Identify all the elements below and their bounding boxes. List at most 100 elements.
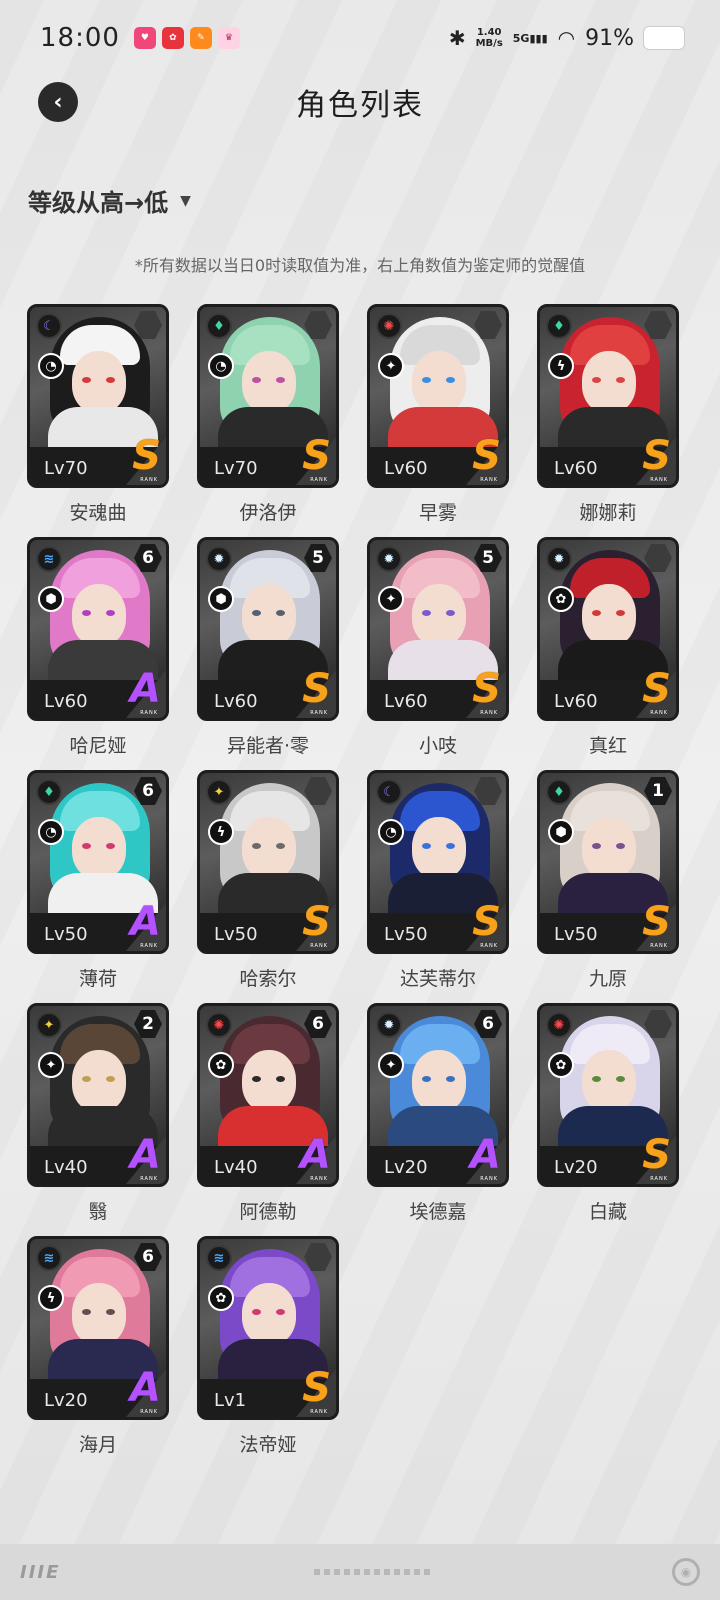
class-icon: ✦ (38, 1052, 64, 1078)
orange-app-icon: ✎ (189, 27, 212, 49)
character-card-frame: ✺ ✿ 6 Lv40 A RANK (197, 1003, 339, 1187)
rank-badge: A (130, 666, 161, 712)
level-text: Lv60 (554, 458, 598, 479)
rank-word: RANK (310, 477, 328, 483)
rank-word: RANK (480, 710, 498, 716)
element-icon: ≋ (36, 1245, 62, 1271)
element-icon: ✹ (376, 546, 402, 572)
element-icon: ♦ (546, 779, 572, 805)
level-text: Lv20 (384, 1157, 428, 1178)
rank-word: RANK (480, 1176, 498, 1182)
status-bar: 18:00 ♥ ✿ ✎ ♛ ✱ 1.40 MB/s 5G▮▮▮ ◠ 91% (0, 0, 720, 76)
rank-word: RANK (310, 1409, 328, 1415)
level-text: Lv70 (214, 458, 258, 479)
element-icon: ♦ (36, 779, 62, 805)
level-text: Lv60 (554, 691, 598, 712)
character-card[interactable]: ☾ ◔ Lv50 S RANK 达芙蒂尔 (367, 770, 509, 990)
level-text: Lv60 (214, 691, 258, 712)
character-card-frame: ✹ ✿ Lv60 S RANK (537, 537, 679, 721)
character-card-frame: ♦ ◔ Lv70 S RANK (197, 304, 339, 488)
character-card[interactable]: ≋ ⬢ 6 Lv60 A RANK 哈尼娅 (27, 537, 169, 757)
class-icon: ◔ (378, 819, 404, 845)
element-icon: ✦ (36, 1012, 62, 1038)
character-name: 翳 (88, 1201, 108, 1223)
character-card[interactable]: ✦ ✦ 2 Lv40 A RANK 翳 (27, 1003, 169, 1223)
rank-word: RANK (310, 943, 328, 949)
footer-logo: IIIE (20, 1561, 61, 1583)
rank-badge: A (130, 1132, 161, 1178)
character-card[interactable]: ✹ ✦ 6 Lv20 A RANK 埃德嘉 (367, 1003, 509, 1223)
rank-badge: S (302, 899, 331, 945)
character-card[interactable]: ☾ ◔ Lv70 S RANK 安魂曲 (27, 304, 169, 524)
level-text: Lv20 (554, 1157, 598, 1178)
rank-badge: S (642, 666, 671, 712)
element-icon: ✹ (206, 546, 232, 572)
element-icon: ☾ (36, 313, 62, 339)
rank-word: RANK (480, 477, 498, 483)
character-card-frame: ✹ ✦ 5 Lv60 S RANK (367, 537, 509, 721)
class-icon: ◔ (38, 353, 64, 379)
status-time: 18:00 (40, 23, 120, 53)
character-name: 薄荷 (78, 968, 117, 990)
character-card-frame: ☾ ◔ Lv70 S RANK (27, 304, 169, 488)
character-card[interactable]: ✺ ✦ Lv60 S RANK 早雾 (367, 304, 509, 524)
level-text: Lv40 (214, 1157, 258, 1178)
element-icon: ✹ (376, 1012, 402, 1038)
rank-word: RANK (310, 710, 328, 716)
level-text: Lv50 (44, 924, 88, 945)
character-name: 哈索尔 (239, 968, 297, 990)
character-card[interactable]: ✹ ✿ Lv60 S RANK 真红 (537, 537, 679, 757)
footer-bar: IIIE ◉ (0, 1544, 720, 1600)
character-name: 达芙蒂尔 (399, 968, 476, 990)
level-text: Lv50 (384, 924, 428, 945)
character-card[interactable]: ✹ ✦ 5 Lv60 S RANK 小吱 (367, 537, 509, 757)
wifi-icon: ◠ (557, 26, 576, 50)
sort-dropdown[interactable]: 等级从高→低 ▼ (28, 183, 191, 218)
character-name: 阿德勒 (239, 1201, 297, 1223)
rank-word: RANK (480, 943, 498, 949)
data-note: *所有数据以当日0时读取值为准，右上角数值为鉴定师的觉醒值 (134, 256, 586, 275)
status-right-group: ✱ 1.40 MB/s 5G▮▮▮ ◠ 91% (449, 26, 684, 51)
crown-app-icon: ♛ (217, 27, 240, 49)
level-text: Lv50 (214, 924, 258, 945)
rank-badge: A (130, 899, 161, 945)
level-text: Lv1 (214, 1390, 247, 1411)
class-icon: ✿ (208, 1052, 234, 1078)
class-icon: ✦ (378, 1052, 404, 1078)
element-icon: ≋ (36, 546, 62, 572)
net-speed-value: 1.40 (476, 27, 502, 38)
character-name: 早雾 (418, 502, 457, 524)
page-title: 角色列表 (296, 88, 424, 123)
character-card-frame: ✹ ⬢ 5 Lv60 S RANK (197, 537, 339, 721)
rank-badge: S (472, 899, 501, 945)
element-icon: ♦ (206, 313, 232, 339)
character-card[interactable]: ≋ ϟ 6 Lv20 A RANK 海月 (27, 1236, 169, 1456)
character-card[interactable]: ♦ ⬢ 1 Lv50 S RANK 九原 (537, 770, 679, 990)
character-name: 哈尼娅 (69, 735, 127, 757)
character-card-frame: ☾ ◔ Lv50 S RANK (367, 770, 509, 954)
class-icon: ✦ (378, 353, 404, 379)
character-card[interactable]: ♦ ◔ Lv70 S RANK 伊洛伊 (197, 304, 339, 524)
character-card[interactable]: ≋ ✿ Lv1 S RANK 法帝娅 (197, 1236, 339, 1456)
character-card[interactable]: ✦ ϟ Lv50 S RANK 哈索尔 (197, 770, 339, 990)
character-card-frame: ✦ ✦ 2 Lv40 A RANK (27, 1003, 169, 1187)
element-icon: ✺ (206, 1012, 232, 1038)
net-speed: 1.40 MB/s (476, 27, 503, 49)
character-card-frame: ✦ ϟ Lv50 S RANK (197, 770, 339, 954)
class-icon: ◔ (208, 353, 234, 379)
level-text: Lv50 (554, 924, 598, 945)
bluetooth-icon: ✱ (448, 26, 466, 50)
character-card[interactable]: ✺ ✿ Lv20 S RANK 白藏 (537, 1003, 679, 1223)
character-card[interactable]: ✹ ⬢ 5 Lv60 S RANK 异能者·零 (197, 537, 339, 757)
character-name: 海月 (78, 1434, 117, 1456)
sort-label: 等级从高→低 (28, 189, 169, 217)
character-card[interactable]: ✺ ✿ 6 Lv40 A RANK 阿德勒 (197, 1003, 339, 1223)
character-name: 法帝娅 (239, 1434, 297, 1456)
rank-word: RANK (140, 1176, 158, 1182)
character-card[interactable]: ♦ ◔ 6 Lv50 A RANK 薄荷 (27, 770, 169, 990)
character-name: 白藏 (588, 1201, 627, 1223)
rank-badge: S (642, 1132, 671, 1178)
element-icon: ☾ (376, 779, 402, 805)
character-card[interactable]: ♦ ϟ Lv60 S RANK 娜娜莉 (537, 304, 679, 524)
rank-word: RANK (650, 1176, 668, 1182)
